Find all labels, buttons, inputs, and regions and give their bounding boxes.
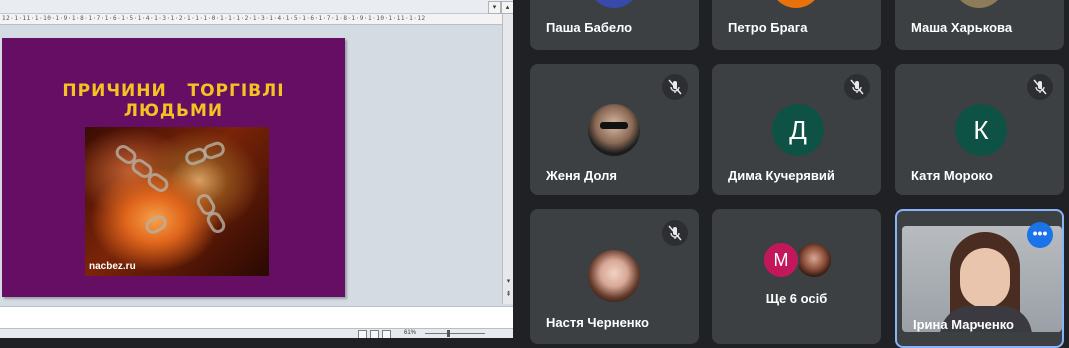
mic-muted-icon xyxy=(1027,74,1053,100)
more-options-button[interactable]: ••• xyxy=(1027,222,1053,248)
avatar-initial: К xyxy=(955,104,1007,156)
avatar-photo xyxy=(588,104,640,156)
avatar-initial: М xyxy=(762,241,800,279)
status-bar: 61% xyxy=(0,328,513,338)
participant-name: Маша Харькова xyxy=(911,20,1013,35)
avatar-initial: Д xyxy=(772,104,824,156)
participant-tile[interactable]: К Катя Мороко xyxy=(895,64,1064,195)
zoom-level: 61% xyxy=(404,330,417,336)
scroll-down-arrow-icon[interactable]: ▾ xyxy=(503,276,513,287)
participant-name: Дима Кучерявий xyxy=(728,168,835,183)
slide-image-chained-hands[interactable]: nacbez.ru xyxy=(85,127,269,276)
slide-title[interactable]: ПРИЧИНИ ТОРГІВЛІ ЛЮДЬМИ xyxy=(2,81,345,121)
slide-sorter-icon[interactable] xyxy=(370,330,379,338)
chain-link xyxy=(142,212,170,237)
more-participants-tile[interactable]: М Ще 6 осіб xyxy=(712,209,881,344)
face-shape xyxy=(960,248,1010,308)
participant-name: Паша Бабело xyxy=(546,20,633,35)
slide[interactable]: ПРИЧИНИ ТОРГІВЛІ ЛЮДЬМИ nacbez.ru xyxy=(2,38,345,297)
mic-muted-icon xyxy=(662,220,688,246)
slide-title-line-2: ЛЮДЬМИ xyxy=(123,101,224,121)
participant-tile[interactable]: Д Дима Кучерявий xyxy=(712,64,881,195)
normal-view-icon[interactable] xyxy=(358,330,367,338)
participant-tile[interactable]: Женя Доля xyxy=(530,64,699,195)
participant-name: Женя Доля xyxy=(546,168,617,183)
participant-name: Настя Черненко xyxy=(546,315,649,330)
speaker-notes-pane[interactable] xyxy=(0,306,513,329)
slide-title-line-1: ПРИЧИНИ ТОРГІВЛІ xyxy=(62,81,285,101)
participant-tile[interactable]: Петро Брага xyxy=(712,0,881,50)
participant-tile[interactable]: Паша Бабело xyxy=(530,0,699,50)
previous-slide-icon[interactable]: ⇞ xyxy=(503,289,513,300)
participant-name: Катя Мороко xyxy=(911,168,993,183)
dropdown-arrow-button[interactable]: ▾ xyxy=(488,1,501,14)
more-participants-count: Ще 6 осіб xyxy=(765,291,828,306)
scroll-up-button[interactable]: ▴ xyxy=(501,1,513,14)
mic-muted-icon xyxy=(844,74,870,100)
presentation-editor: ▾ ▴ 12·1·11·1·10·1·9·1·8·1·7·1·6·1·5·1·4… xyxy=(0,0,513,338)
avatar-photo xyxy=(795,241,833,279)
avatar xyxy=(588,0,640,8)
zoom-slider-thumb[interactable] xyxy=(447,330,450,337)
horizontal-ruler: 12·1·11·1·10·1·9·1·8·1·7·1·6·1·5·1·4·1·3… xyxy=(0,14,502,25)
mic-muted-icon xyxy=(662,74,688,100)
slideshow-icon[interactable] xyxy=(382,330,391,338)
participant-tile[interactable]: Настя Черненко xyxy=(530,209,699,344)
participant-tile[interactable]: Маша Харькова xyxy=(895,0,1064,50)
avatar xyxy=(953,0,1005,8)
vertical-scrollbar[interactable]: ▾ ⇞ ⇟ xyxy=(502,14,513,304)
editor-toolbar: ▾ ▴ xyxy=(0,0,513,14)
sunglasses xyxy=(600,122,628,129)
ruler-marks: 12·1·11·1·10·1·9·1·8·1·7·1·6·1·5·1·4·1·3… xyxy=(2,15,426,22)
participant-name: Петро Брага xyxy=(728,20,808,35)
participant-name: Ірина Марченко xyxy=(913,317,1014,332)
avatar-photo xyxy=(588,250,640,302)
active-speaker-tile[interactable]: ••• Ірина Марченко xyxy=(895,209,1064,348)
slide-canvas[interactable]: ПРИЧИНИ ТОРГІВЛІ ЛЮДЬМИ nacbez.ru xyxy=(0,25,502,305)
avatar xyxy=(770,0,822,8)
photo-watermark: nacbez.ru xyxy=(89,261,136,272)
meeting-participant-grid: Паша Бабело Петро Брага Маша Харькова Же… xyxy=(513,0,1069,348)
zoom-slider[interactable] xyxy=(425,333,485,334)
